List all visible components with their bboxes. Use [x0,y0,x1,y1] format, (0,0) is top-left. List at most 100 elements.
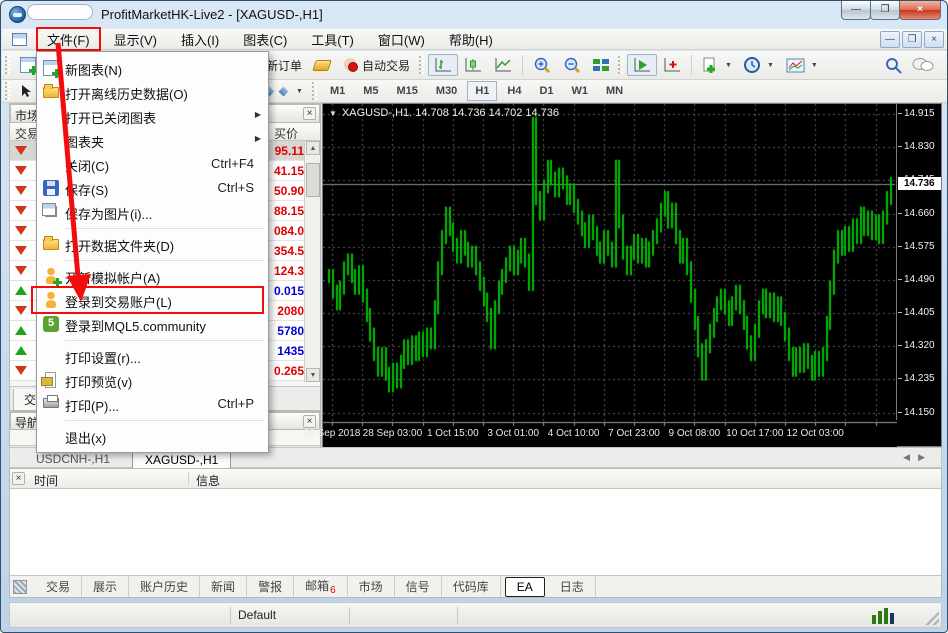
toolbar-grip[interactable] [618,56,623,74]
terminal-tab-bar: 交易展示账户历史新闻警报邮箱6市场信号代码库EA日志 [10,575,941,597]
search-icon[interactable] [885,57,902,74]
dropdown-caret-icon[interactable]: ▼ [725,62,732,69]
file-menu-item[interactable]: 登录到交易账户(L) [37,288,268,312]
timeframe-H4[interactable]: H4 [499,81,529,101]
scroll-up-icon[interactable]: ▲ [306,141,320,155]
menu-图表(C)[interactable]: 图表(C) [231,28,299,51]
profile-indicator[interactable]: Default [238,608,276,622]
timeframe-M1[interactable]: M1 [322,81,353,101]
menu-显示(V)[interactable]: 显示(V) [102,28,169,51]
toolbar-grip[interactable] [5,82,10,100]
chart-tab-scroll-arrows[interactable]: ◀▶ [903,452,933,463]
timeframe-MN[interactable]: MN [598,81,631,101]
mql5-icon [43,316,59,332]
file-menu-item[interactable]: 保存(S)Ctrl+S [37,176,268,200]
menu-帮助(H)[interactable]: 帮助(H) [437,28,505,51]
menu-文件(F)[interactable]: 文件(F) [35,28,102,51]
mdi-close-button[interactable]: × [924,31,944,48]
file-menu-item[interactable]: 打开已关闭图表▶ [37,104,268,128]
bid-column-header[interactable]: 买价 [274,125,298,142]
zoom-in-button[interactable] [527,54,557,77]
dropdown-caret-icon[interactable]: ▼ [296,88,303,95]
message-column-header[interactable]: 信息 [196,472,220,489]
terminal-close-icon[interactable]: × [12,472,25,485]
depth-of-market-button[interactable] [308,57,336,74]
file-menu-item[interactable]: 图表夹▶ [37,128,268,152]
terminal-tab-代码库[interactable]: 代码库 [442,576,501,597]
file-menu-item[interactable]: 关闭(C)Ctrl+F4 [37,152,268,176]
window-minimize-button[interactable]: — [841,1,871,20]
mdi-restore-button[interactable]: ❐ [902,31,922,48]
candlestick-mode-button[interactable] [458,54,488,76]
chart-window[interactable]: ▼ XAGUSD-,H1. 14.708 14.736 14.702 14.73… [322,103,942,447]
dropdown-caret-icon[interactable]: ▼ [767,62,774,69]
profile-add-icon [663,57,681,73]
file-menu-item[interactable]: 打印(P)...Ctrl+P [37,392,268,416]
profile-add-button[interactable] [657,54,687,76]
time-column-header[interactable]: 时间 [34,472,58,489]
terminal-tab-日志[interactable]: 日志 [549,576,596,597]
zoom-out-button[interactable] [557,54,587,77]
add-indicator-button[interactable]: ▼ [696,54,738,77]
terminal-tab-账户历史[interactable]: 账户历史 [129,576,200,597]
toolbar-grip[interactable] [312,82,317,100]
autotrading-icon [342,58,358,72]
terminal-tab-信号[interactable]: 信号 [395,576,442,597]
toolbar-grip[interactable] [419,56,424,74]
autotrading-button[interactable]: 自动交易 [336,54,416,77]
terminal-tab-邮箱[interactable]: 邮箱6 [294,575,348,598]
chart-dropdown-icon[interactable]: ▼ [329,109,337,118]
period-clock-button[interactable]: ▼ [738,54,780,77]
dropdown-caret-icon[interactable]: ▼ [811,62,818,69]
timeframe-W1[interactable]: W1 [564,81,597,101]
bar-chart-mode-button[interactable] [428,54,458,76]
file-menu-item[interactable]: 新图表(N) [37,56,268,80]
template-button[interactable]: ▼ [780,55,824,76]
mdi-minimize-button[interactable]: — [880,31,900,48]
file-menu-item[interactable]: 打印设置(r)... [37,344,268,368]
cursor-button[interactable] [14,81,38,101]
market-watch-scrollbar[interactable]: ▲ ▼ [304,141,320,382]
scroll-down-icon[interactable]: ▼ [306,368,320,382]
terminal-tab-EA[interactable]: EA [505,577,545,597]
menu-插入(I)[interactable]: 插入(I) [169,28,231,51]
price-chart-canvas[interactable] [323,104,897,448]
chat-icon[interactable] [912,57,934,73]
file-menu-item[interactable]: 打开离线历史数据(O) [37,80,268,104]
file-menu-item[interactable]: 保存为图片(i)... [37,200,268,224]
file-menu-item[interactable]: 打印预览(v) [37,368,268,392]
terminal-tab-新闻[interactable]: 新闻 [200,576,247,597]
file-menu-item[interactable]: 开新模拟帐户(A) [37,264,268,288]
resize-grip[interactable] [923,609,939,625]
terminal-tab-展示[interactable]: 展示 [82,576,129,597]
status-bar: Default [9,602,942,628]
timeframe-H1[interactable]: H1 [467,81,497,101]
dock-handle-icon[interactable] [13,580,27,594]
menu-工具(T)[interactable]: 工具(T) [299,28,366,51]
scrollbar-thumb[interactable] [306,163,320,197]
market-watch-close-icon[interactable]: × [303,107,316,120]
line-chart-mode-button[interactable] [488,54,518,76]
timeframe-M15[interactable]: M15 [389,81,426,101]
timeframe-M5[interactable]: M5 [355,81,386,101]
file-menu-item[interactable]: 登录到MQL5.community [37,312,268,336]
file-menu-item[interactable]: 退出(x) [37,424,268,448]
window-maximize-button[interactable]: ❐ [870,1,900,20]
timeframe-D1[interactable]: D1 [531,81,561,101]
terminal-tab-警报[interactable]: 警报 [247,576,294,597]
menu-separator [37,256,268,264]
terminal-tab-交易[interactable]: 交易 [35,576,82,597]
timeframe-M30[interactable]: M30 [428,81,465,101]
diamond-icon [279,86,289,96]
price-scale[interactable]: 14.91514.83014.74514.66014.57514.49014.4… [896,104,941,420]
terminal-column-headers[interactable]: × 时间 信息 [10,469,941,489]
window-close-button[interactable]: × [899,1,941,20]
menu-窗口(W)[interactable]: 窗口(W) [366,28,437,51]
terminal-tab-市场[interactable]: 市场 [348,576,395,597]
title-bar[interactable]: ProfitMarketHK-Live2 - [XAGUSD-,H1] — ❐ … [1,1,947,29]
strategy-tester-play-button[interactable] [627,54,657,76]
toolbar-grip[interactable] [5,56,10,74]
tile-windows-button[interactable] [587,56,615,74]
file-menu-item[interactable]: 打开数据文件夹(D) [37,232,268,256]
navigator-close-icon[interactable]: × [303,415,316,428]
